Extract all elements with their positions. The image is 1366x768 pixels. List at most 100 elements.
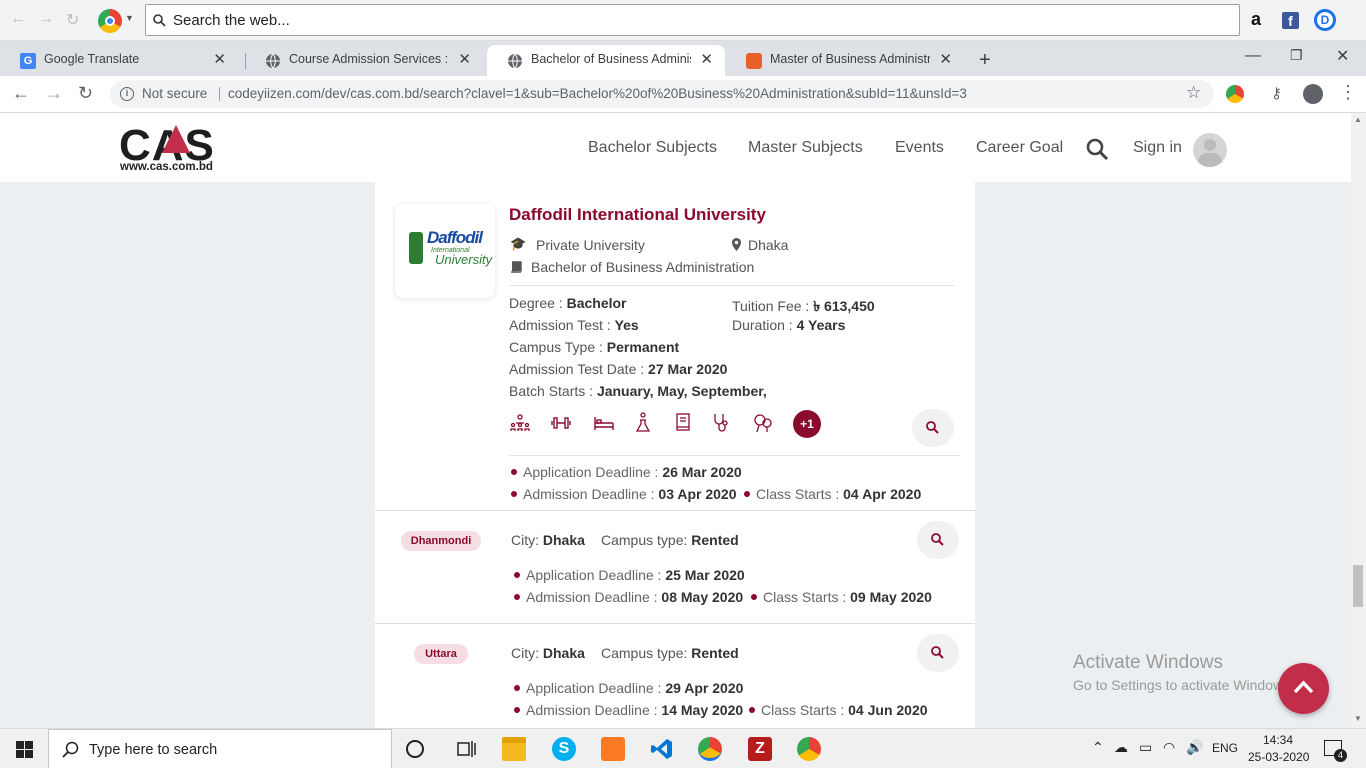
university-location: Dhaka [748, 237, 789, 253]
volume-icon[interactable]: 🔊 [1186, 739, 1203, 756]
view-details-button[interactable] [912, 409, 954, 447]
skype-icon[interactable]: S [552, 737, 576, 761]
medical-icon[interactable] [712, 413, 730, 433]
book-icon [511, 261, 522, 273]
campus-details-button[interactable] [917, 521, 959, 559]
address-bar[interactable]: i Not secure codeyiizen.com/dev/cas.com.… [110, 80, 1214, 108]
file-explorer-icon[interactable] [502, 737, 526, 761]
nav-bachelor-subjects[interactable]: Bachelor Subjects [588, 139, 717, 157]
campus-details-button[interactable] [917, 634, 959, 672]
task-view-icon[interactable] [454, 737, 478, 761]
windows-taskbar: Type here to search S Z ⌃ ☁ ▭ ◠ 🔊 ENG 14… [0, 728, 1366, 768]
cortana-icon[interactable] [406, 740, 424, 758]
nav-master-subjects[interactable]: Master Subjects [748, 139, 863, 157]
menu-kebab-icon[interactable]: ⋮ [1339, 82, 1357, 103]
logo-url: www.cas.com.bd [120, 161, 213, 173]
page-content: Daffodil International University Daffod… [0, 182, 1351, 728]
search-icon [62, 741, 79, 758]
close-window-button[interactable]: ✕ [1336, 46, 1349, 66]
search-icon [931, 533, 944, 546]
test-date-row: Admission Test Date : 27 Mar 2020 [509, 361, 728, 377]
close-tab-icon[interactable]: ✕ [700, 50, 713, 68]
activate-windows-title: Activate Windows [1073, 652, 1223, 673]
nav-events[interactable]: Events [895, 139, 944, 157]
divider [375, 510, 975, 511]
amazon-icon[interactable]: a [1251, 9, 1261, 30]
reload-icon[interactable]: ↻ [66, 10, 79, 30]
web-search-input[interactable]: Search the web... [145, 4, 1240, 36]
hostel-bed-icon[interactable] [594, 416, 614, 430]
more-facilities-badge[interactable]: +1 [793, 410, 821, 438]
wifi-icon[interactable]: ◠ [1163, 739, 1175, 756]
tab-title: Master of Business Administration [770, 52, 930, 66]
search-icon[interactable] [1085, 137, 1109, 161]
site-header: CAS www.cas.com.bd Bachelor Subjects Mas… [0, 113, 1351, 182]
gym-icon[interactable] [551, 416, 571, 430]
show-hidden-icons-icon[interactable]: ⌃ [1092, 739, 1104, 756]
chrome-extension-icon[interactable] [1226, 85, 1244, 103]
divider [509, 285, 955, 286]
scroll-up-icon[interactable]: ▲ [1354, 115, 1362, 124]
clock-date[interactable]: 25-03-2020 [1248, 750, 1309, 764]
campus-badge-uttara[interactable]: Uttara [414, 644, 468, 664]
language-indicator[interactable]: ENG [1212, 741, 1238, 755]
address-row: ← → ↻ i Not secure codeyiizen.com/dev/ca… [0, 76, 1366, 113]
chevron-down-icon[interactable]: ▼ [125, 13, 134, 23]
map-pin-icon [732, 238, 741, 251]
facebook-icon[interactable]: f [1282, 12, 1299, 29]
tab-google-translate[interactable]: G Google Translate ✕ [0, 45, 238, 76]
info-icon[interactable]: i [120, 87, 134, 101]
new-tab-button[interactable]: + [979, 49, 991, 72]
extension-d-icon[interactable]: D [1314, 9, 1336, 31]
xampp-icon[interactable] [601, 737, 625, 761]
key-icon[interactable]: ⚷ [1271, 84, 1282, 102]
taskbar-search-input[interactable]: Type here to search [48, 729, 392, 768]
close-tab-icon[interactable]: ✕ [939, 50, 952, 68]
top-search-strip: ← → ↻ ▼ Search the web... a f D [0, 0, 1366, 41]
filezilla-icon[interactable]: Z [748, 737, 772, 761]
forward-icon[interactable]: → [38, 10, 54, 28]
tab-title: Course Admission Services : Dashboard [289, 52, 449, 66]
chrome-taskbar-icon[interactable] [698, 737, 722, 761]
batch-starts-row: Batch Starts : January, May, September, [509, 383, 767, 399]
avatar[interactable] [1193, 133, 1227, 167]
restore-button[interactable]: ❐ [1290, 47, 1303, 64]
tab-bachelor-bba[interactable]: Bachelor of Business Administration ✕ [487, 45, 725, 76]
minimize-button[interactable]: — [1245, 47, 1261, 65]
globe-icon [266, 53, 280, 69]
close-tab-icon[interactable]: ✕ [213, 50, 226, 68]
campus-badge-dhanmondi[interactable]: Dhanmondi [401, 531, 481, 551]
admission-deadline: Admission Deadline : 03 Apr 2020 [511, 486, 737, 502]
url-text[interactable]: codeyiizen.com/dev/cas.com.bd/search?cla… [228, 86, 967, 101]
scrollbar-thumb[interactable] [1353, 565, 1363, 607]
university-name[interactable]: Daffodil International University [509, 205, 766, 225]
playground-icon[interactable] [753, 413, 773, 433]
back-icon[interactable]: ← [10, 10, 26, 28]
tab-course-admission[interactable]: Course Admission Services : Dashboard ✕ [245, 45, 483, 76]
library-icon[interactable] [675, 413, 691, 431]
tab-master-mba[interactable]: Master of Business Administration ✕ [726, 45, 964, 76]
scroll-down-icon[interactable]: ▼ [1354, 714, 1362, 723]
windows-start-icon[interactable] [16, 741, 33, 758]
nav-career-goal[interactable]: Career Goal [976, 139, 1063, 157]
scrollbar[interactable] [1351, 113, 1366, 728]
profile-icon[interactable] [1303, 84, 1323, 104]
chrome-taskbar-icon-2[interactable] [797, 737, 821, 761]
chrome-logo-icon[interactable] [98, 9, 122, 33]
bookmark-star-icon[interactable]: ☆ [1186, 83, 1201, 103]
close-tab-icon[interactable]: ✕ [458, 50, 471, 68]
classroom-icon[interactable] [510, 414, 530, 432]
back-to-top-button[interactable] [1278, 663, 1329, 714]
reload-button[interactable]: ↻ [78, 83, 93, 104]
campus-city: City: Dhaka [511, 532, 585, 548]
university-logo[interactable]: Daffodil International University [395, 204, 495, 298]
battery-icon[interactable]: ▭ [1139, 739, 1152, 756]
back-button[interactable]: ← [12, 83, 30, 104]
lab-icon[interactable] [634, 412, 652, 432]
vscode-icon[interactable] [650, 737, 674, 761]
divider [375, 623, 975, 624]
sign-in-link[interactable]: Sign in [1133, 139, 1182, 157]
forward-button[interactable]: → [45, 83, 63, 104]
clock-time[interactable]: 14:34 [1263, 733, 1293, 747]
onedrive-cloud-icon[interactable]: ☁ [1114, 739, 1128, 756]
